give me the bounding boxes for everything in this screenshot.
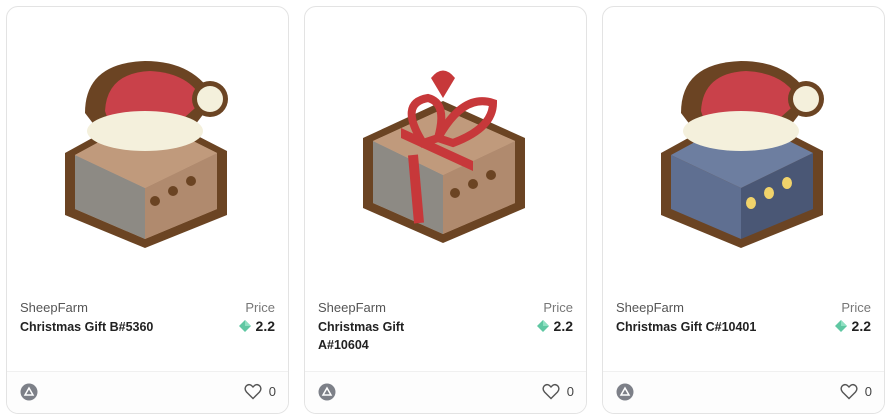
card-info: SheepFarm Christmas Gift B#5360 Price 2.… bbox=[20, 300, 275, 370]
price: 2.2 bbox=[536, 318, 573, 334]
gem-icon bbox=[238, 320, 251, 332]
item-name[interactable]: Christmas Gift C#10401 bbox=[616, 318, 816, 336]
chain-logo-icon bbox=[318, 383, 336, 401]
gift-box-red-ribbon-icon bbox=[363, 70, 525, 243]
like-button[interactable]: 0 bbox=[542, 383, 574, 400]
card-footer: 0 bbox=[305, 371, 586, 413]
price-value: 2.2 bbox=[553, 318, 573, 334]
collection-name[interactable]: SheepFarm bbox=[318, 300, 386, 315]
nft-card[interactable]: SheepFarm Christmas Gift C#10401 Price 2… bbox=[602, 6, 885, 414]
gift-box-santa-hat-blue-icon bbox=[661, 61, 824, 248]
heart-icon bbox=[244, 383, 262, 400]
nft-card[interactable]: SheepFarm Christmas Gift A#10604 Price 2… bbox=[304, 6, 587, 414]
nft-image[interactable] bbox=[305, 7, 586, 292]
like-count: 0 bbox=[864, 384, 872, 399]
like-count: 0 bbox=[566, 384, 574, 399]
price-label: Price bbox=[543, 300, 573, 315]
price-value: 2.2 bbox=[255, 318, 275, 334]
nft-image[interactable] bbox=[7, 7, 288, 292]
card-footer: 0 bbox=[7, 371, 288, 413]
card-info: SheepFarm Christmas Gift A#10604 Price 2… bbox=[318, 300, 573, 370]
collection-name[interactable]: SheepFarm bbox=[20, 300, 88, 315]
gift-box-santa-hat-brown-icon bbox=[65, 61, 228, 248]
price: 2.2 bbox=[834, 318, 871, 334]
heart-icon bbox=[542, 383, 560, 400]
like-button[interactable]: 0 bbox=[840, 383, 872, 400]
price: 2.2 bbox=[238, 318, 275, 334]
like-count: 0 bbox=[268, 384, 276, 399]
card-footer: 0 bbox=[603, 371, 884, 413]
like-button[interactable]: 0 bbox=[244, 383, 276, 400]
gem-icon bbox=[536, 320, 549, 332]
price-label: Price bbox=[841, 300, 871, 315]
card-info: SheepFarm Christmas Gift C#10401 Price 2… bbox=[616, 300, 871, 370]
price-value: 2.2 bbox=[851, 318, 871, 334]
collection-name[interactable]: SheepFarm bbox=[616, 300, 684, 315]
item-name[interactable]: Christmas Gift B#5360 bbox=[20, 318, 220, 336]
price-label: Price bbox=[245, 300, 275, 315]
item-name[interactable]: Christmas Gift A#10604 bbox=[318, 318, 418, 354]
heart-icon bbox=[840, 383, 858, 400]
gem-icon bbox=[834, 320, 847, 332]
nft-card[interactable]: SheepFarm Christmas Gift B#5360 Price 2.… bbox=[6, 6, 289, 414]
nft-image[interactable] bbox=[603, 7, 884, 292]
chain-logo-icon bbox=[616, 383, 634, 401]
chain-logo-icon bbox=[20, 383, 38, 401]
